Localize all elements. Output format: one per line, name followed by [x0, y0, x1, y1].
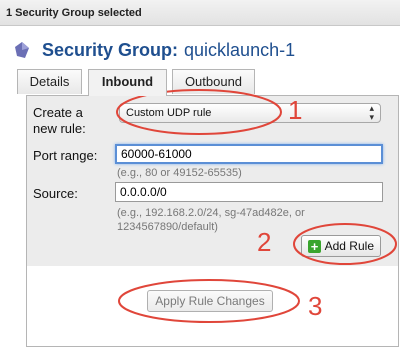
tab-inbound[interactable]: Inbound: [88, 69, 167, 96]
source-hint-line1: (e.g., 192.168.2.0/24, sg-47ad482e, or: [117, 207, 305, 219]
select-arrows-icon: ▴ ▾: [369, 103, 374, 122]
title-label: Security Group:: [42, 40, 179, 60]
tab-details[interactable]: Details: [17, 69, 82, 94]
title-text: Security Group: quicklaunch-1: [42, 40, 295, 61]
step-3-label: 3: [308, 291, 323, 321]
security-group-icon: [15, 42, 29, 58]
selection-count: 1 Security Group selected: [6, 7, 142, 19]
rule-type-select[interactable]: Custom UDP rule ▴ ▾: [119, 103, 381, 123]
group-name: quicklaunch-1: [184, 40, 296, 60]
add-icon: +: [308, 240, 321, 253]
source-input[interactable]: [115, 182, 383, 202]
apply-rule-changes-button[interactable]: Apply Rule Changes: [147, 290, 273, 312]
source-hint-line2: 1234567890/default): [117, 221, 218, 233]
step-2-label: 2: [257, 227, 272, 257]
create-rule-label: Create a new rule:: [33, 105, 86, 137]
rule-form: Create a new rule: Custom UDP rule ▴ ▾ Po…: [27, 96, 398, 266]
rule-type-value: Custom UDP rule: [126, 107, 212, 119]
create-rule-label-line2: new rule:: [33, 121, 86, 136]
port-range-input[interactable]: [115, 144, 383, 164]
create-rule-label-line1: Create a: [33, 105, 83, 120]
step-1-label: 1: [288, 95, 303, 125]
port-range-hint: (e.g., 80 or 49152-65535): [117, 167, 242, 179]
add-rule-label: Add Rule: [324, 239, 374, 253]
inbound-panel: Create a new rule: Custom UDP rule ▴ ▾ Po…: [26, 95, 399, 347]
tab-outbound[interactable]: Outbound: [172, 69, 255, 94]
add-rule-button[interactable]: + Add Rule: [301, 235, 381, 257]
port-range-label: Port range:: [33, 148, 98, 163]
source-label: Source:: [33, 186, 78, 201]
selection-bar: 1 Security Group selected: [0, 0, 400, 26]
